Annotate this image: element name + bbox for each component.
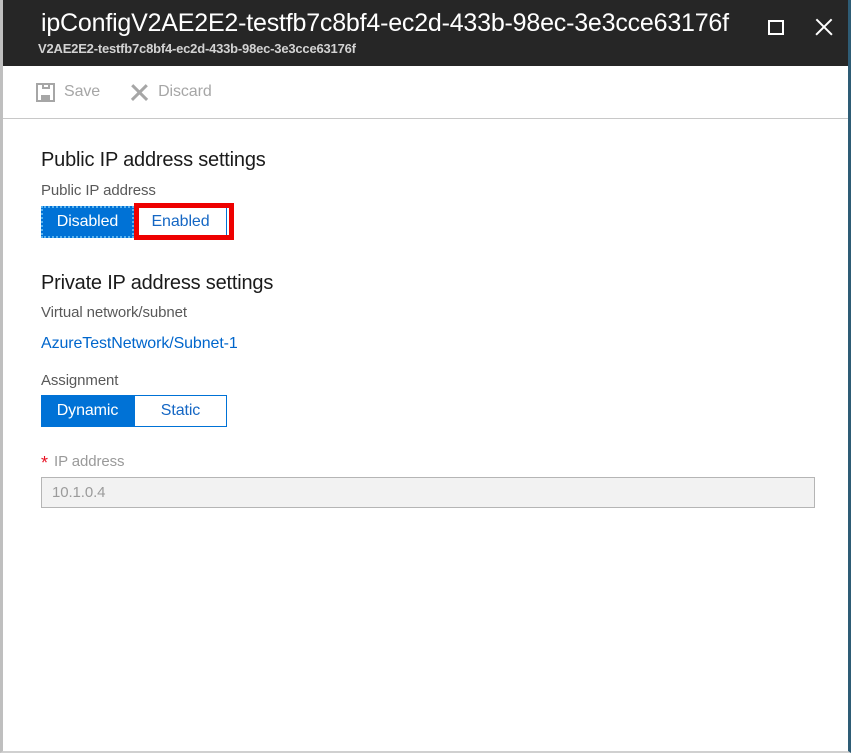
save-button-label: Save — [64, 83, 101, 100]
maximize-button[interactable] — [757, 8, 795, 46]
window-controls — [757, 8, 843, 46]
page-title: ipConfigV2AE2E2-testfb7c8bf4-ec2d-433b-9… — [41, 9, 729, 37]
discard-button[interactable]: Discard — [130, 83, 212, 102]
close-icon — [813, 16, 835, 38]
public-ip-field-label: Public IP address — [41, 182, 156, 199]
ip-address-label-row: * IP address — [41, 451, 125, 473]
discard-icon — [130, 83, 149, 102]
ip-address-input[interactable] — [41, 477, 815, 508]
discard-button-label: Discard — [158, 83, 212, 100]
assignment-option-dynamic[interactable]: Dynamic — [41, 395, 134, 427]
blade-window: ipConfigV2AE2E2-testfb7c8bf4-ec2d-433b-9… — [0, 0, 851, 753]
title-bar: ipConfigV2AE2E2-testfb7c8bf4-ec2d-433b-9… — [3, 0, 848, 66]
public-ip-option-disabled[interactable]: Disabled — [41, 206, 134, 238]
save-icon — [36, 82, 55, 102]
close-button[interactable] — [805, 8, 843, 46]
assignment-toggle: Dynamic Static — [41, 395, 227, 427]
required-asterisk: * — [41, 453, 49, 473]
command-bar: Save Discard — [3, 66, 848, 119]
assignment-option-static[interactable]: Static — [134, 395, 227, 427]
virtual-network-subnet-label: Virtual network/subnet — [41, 304, 187, 321]
public-ip-option-enabled[interactable]: Enabled — [134, 206, 227, 238]
public-ip-section-title: Public IP address settings — [41, 149, 266, 171]
assignment-label: Assignment — [41, 372, 119, 389]
ip-address-label: IP address — [54, 453, 125, 470]
virtual-network-subnet-link[interactable]: AzureTestNetwork/Subnet-1 — [41, 335, 238, 353]
public-ip-toggle: Disabled Enabled — [41, 206, 227, 238]
private-ip-section-title: Private IP address settings — [41, 272, 274, 294]
save-button[interactable]: Save — [36, 82, 101, 102]
maximize-icon — [768, 19, 784, 35]
page-subtitle: V2AE2E2-testfb7c8bf4-ec2d-433b-98ec-3e3c… — [38, 41, 356, 56]
blade-content: Public IP address settings Public IP add… — [3, 120, 848, 751]
